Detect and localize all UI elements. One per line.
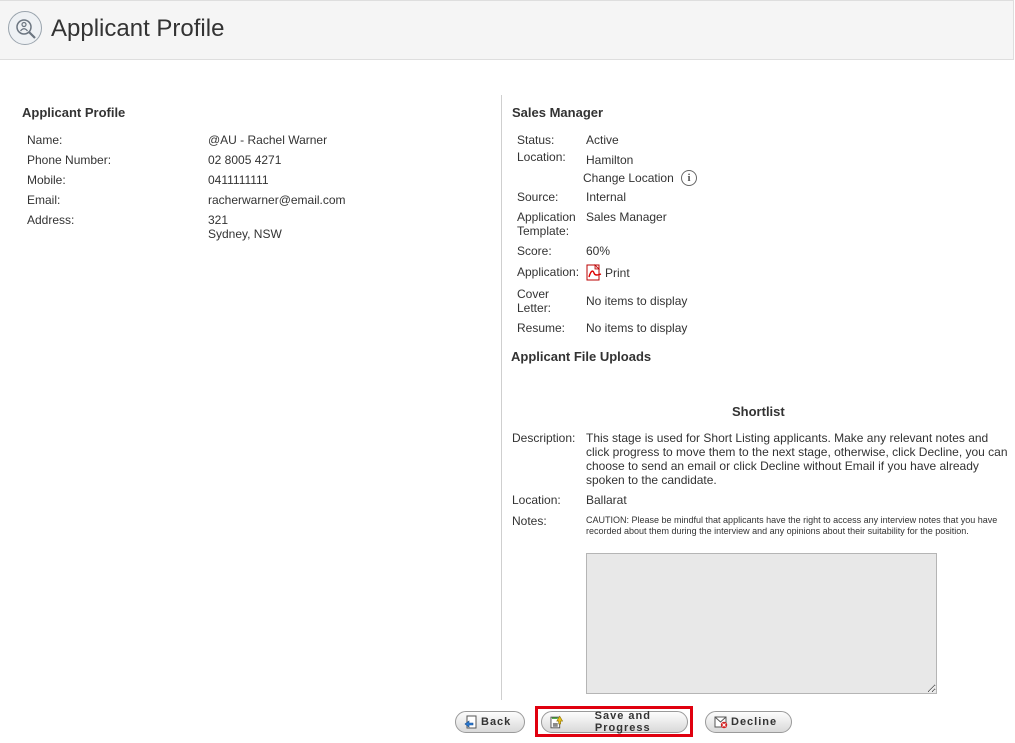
template-value: Sales Manager bbox=[586, 210, 667, 224]
job-location-value: Hamilton bbox=[586, 153, 634, 167]
address-line1: 321 bbox=[208, 213, 229, 227]
applicant-search-icon bbox=[8, 11, 42, 45]
score-label: Score: bbox=[517, 244, 552, 258]
cover-label-line2: Letter: bbox=[517, 301, 552, 315]
resume-label: Resume: bbox=[517, 321, 566, 335]
application-label: Application: bbox=[517, 265, 580, 279]
job-title: Sales Manager bbox=[512, 105, 604, 120]
file-uploads-title: Applicant File Uploads bbox=[511, 349, 652, 364]
status-label: Status: bbox=[517, 133, 555, 147]
status-value: Active bbox=[586, 133, 619, 147]
stage-location-label: Location: bbox=[512, 493, 561, 507]
notes-textarea[interactable] bbox=[586, 553, 937, 694]
name-label: Name: bbox=[27, 133, 63, 147]
mobile-value: 0411111111 bbox=[208, 173, 269, 187]
back-button[interactable]: Back bbox=[455, 711, 525, 733]
stage-location-value: Ballarat bbox=[586, 493, 627, 507]
caution-text: CAUTION: Please be mindful that applican… bbox=[586, 515, 998, 536]
source-label: Source: bbox=[517, 190, 559, 204]
decline-button[interactable]: Decline bbox=[705, 711, 792, 733]
job-location-label: Location: bbox=[517, 150, 566, 164]
mobile-label: Mobile: bbox=[27, 173, 66, 187]
email-value: racherwarner@email.com bbox=[208, 193, 346, 207]
back-icon bbox=[464, 715, 477, 729]
cover-letter-value: No items to display bbox=[586, 294, 688, 308]
change-location-link[interactable]: Change Location bbox=[583, 171, 674, 185]
info-icon[interactable]: i bbox=[681, 170, 697, 186]
save-progress-icon bbox=[550, 715, 564, 729]
save-and-progress-label: Save and Progress bbox=[594, 710, 651, 734]
notes-label: Notes: bbox=[512, 514, 547, 528]
column-divider bbox=[501, 95, 502, 700]
stage-title: Shortlist bbox=[732, 404, 785, 419]
pdf-icon[interactable] bbox=[586, 264, 603, 284]
decline-icon bbox=[714, 716, 728, 729]
print-link[interactable]: Print bbox=[605, 266, 630, 280]
cover-label-line1: Cover bbox=[517, 287, 550, 301]
stage-description: This stage is used for Short Listing app… bbox=[586, 431, 1008, 487]
email-label: Email: bbox=[27, 193, 61, 207]
back-button-label: Back bbox=[481, 716, 512, 728]
page-header: Applicant Profile bbox=[0, 0, 1014, 60]
source-value: Internal bbox=[586, 190, 627, 204]
address-line2: Sydney, NSW bbox=[208, 227, 282, 241]
save-and-progress-button[interactable]: Save and Progress bbox=[541, 710, 688, 734]
phone-label: Phone Number: bbox=[27, 153, 112, 167]
resume-value: No items to display bbox=[586, 321, 688, 335]
profile-section-title: Applicant Profile bbox=[22, 105, 126, 120]
page-title: Applicant Profile bbox=[51, 15, 225, 42]
description-label: Description: bbox=[512, 431, 576, 445]
template-label-line1: Application bbox=[517, 210, 576, 224]
name-value: @AU - Rachel Warner bbox=[208, 133, 328, 147]
address-label: Address: bbox=[27, 213, 75, 227]
template-label-line2: Template: bbox=[517, 224, 570, 238]
decline-button-label: Decline bbox=[731, 716, 778, 728]
score-value: 60% bbox=[586, 244, 611, 258]
phone-value: 02 8005 4271 bbox=[208, 153, 282, 167]
